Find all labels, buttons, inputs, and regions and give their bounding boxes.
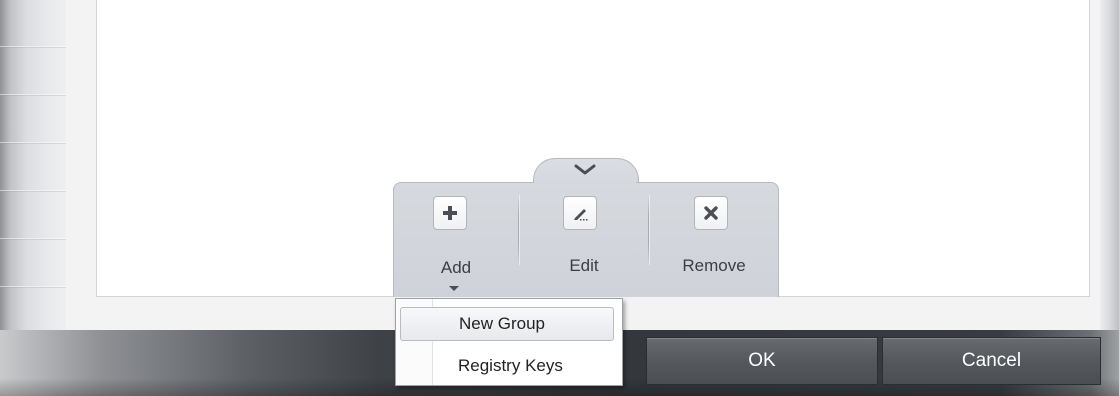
menu-item-new-group[interactable]: New Group <box>400 307 614 341</box>
right-edge-rail <box>1100 0 1119 330</box>
remove-label: Remove <box>682 256 746 275</box>
ok-button[interactable]: OK <box>646 337 878 385</box>
add-button[interactable]: Add <box>393 182 519 297</box>
menu-item-registry-keys[interactable]: Registry Keys <box>400 349 614 383</box>
pencil-icon <box>563 196 597 230</box>
add-label: Add <box>440 258 472 277</box>
edit-label: Edit <box>569 256 599 275</box>
remove-button[interactable]: Remove <box>649 182 779 297</box>
caret-down-icon <box>449 286 459 291</box>
left-navigation-rail <box>0 0 66 330</box>
cancel-button[interactable]: Cancel <box>882 337 1101 385</box>
x-icon <box>694 196 728 230</box>
chevron-down-icon[interactable] <box>574 164 596 176</box>
edit-button[interactable]: Edit <box>519 182 649 297</box>
plus-icon <box>433 196 467 230</box>
add-dropdown-menu: New Group Registry Keys <box>395 298 623 386</box>
